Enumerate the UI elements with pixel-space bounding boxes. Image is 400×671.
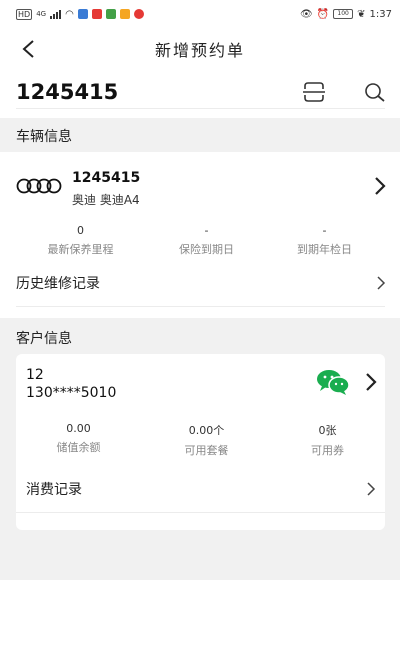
- app-notification-icon: [119, 9, 130, 19]
- stat-stored-balance: 0.00 储值余额: [12, 422, 145, 455]
- scan-icon: [303, 82, 325, 102]
- back-button[interactable]: [16, 37, 40, 61]
- stat-label: 保险到期日: [179, 243, 234, 256]
- search-icon: [365, 83, 385, 102]
- app-notification-icon: [105, 9, 116, 19]
- nav-bar: 新增预约单: [0, 28, 400, 70]
- wifi-icon: ◠: [65, 8, 74, 20]
- chevron-right-icon: [377, 276, 386, 290]
- consumption-record-row[interactable]: 消费记录: [16, 466, 385, 512]
- repair-history-label: 历史维修记录: [16, 276, 100, 292]
- stat-value: 0: [77, 224, 84, 237]
- wechat-icon: [317, 370, 350, 395]
- stat-available-coupons: 0张 可用券: [261, 422, 394, 458]
- status-left: HD 4G ◠: [16, 8, 144, 20]
- alarm-icon: ⏰: [316, 8, 330, 20]
- repair-history-row[interactable]: 历史维修记录: [0, 260, 400, 306]
- chevron-right-icon: [366, 373, 377, 391]
- consumption-record-label: 消费记录: [26, 482, 82, 498]
- status-right: 👁 ⏰ 100 ❦ 1:37: [300, 9, 392, 20]
- stat-value: 0.00个: [188, 424, 225, 437]
- vehicle-model: 奥迪 奥迪A4: [72, 193, 140, 207]
- stat-value: -: [322, 224, 327, 237]
- stat-label: 可用券: [311, 444, 344, 457]
- header-plate-number: 1245415: [16, 80, 119, 104]
- stat-label: 最新保养里程: [47, 243, 114, 256]
- customer-bottom-divider: [16, 512, 385, 513]
- app-notification-icon: [133, 9, 144, 19]
- clock-time: 1:37: [369, 8, 392, 20]
- stat-label: 储值余额: [56, 441, 101, 454]
- signal-icon: [50, 9, 62, 19]
- page-title: 新增预约单: [154, 41, 245, 60]
- customer-detail-button[interactable]: [363, 372, 379, 392]
- network-type: 4G: [36, 10, 47, 18]
- chevron-right-icon: [367, 482, 376, 496]
- chevron-right-icon: [375, 177, 386, 195]
- stat-label: 可用套餐: [184, 444, 229, 457]
- customer-name: 12: [26, 367, 44, 383]
- app-notification-icon: [91, 9, 102, 19]
- app-notification-icon: [77, 9, 88, 19]
- stat-label: 到期年检日: [297, 243, 352, 256]
- stat-value: 0.00: [66, 422, 91, 435]
- vehicle-section-title: 车辆信息: [16, 129, 72, 145]
- wechat-button[interactable]: [316, 369, 350, 395]
- status-bar: HD 4G ◠ 👁 ⏰ 100 ❦ 1:37: [0, 0, 400, 28]
- vehicle-plate: 1245415: [72, 170, 141, 186]
- stat-maintenance-mileage: 0 最新保养里程: [14, 224, 147, 257]
- search-header: 1245415: [0, 72, 400, 112]
- vehicle-detail-button[interactable]: [372, 176, 388, 196]
- customer-phone: 130****5010: [26, 385, 117, 401]
- battery-icon: 100: [333, 9, 354, 19]
- customer-section-title: 客户信息: [16, 331, 72, 347]
- chevron-left-icon: [22, 40, 34, 58]
- stat-insurance-expiry: - 保险到期日: [140, 224, 273, 257]
- audi-rings-icon: [16, 178, 62, 194]
- header-divider: [16, 108, 385, 109]
- stat-inspection-expiry: - 到期年检日: [258, 224, 391, 257]
- leaf-icon: ❦: [357, 8, 366, 20]
- stat-value: 0张: [318, 424, 337, 437]
- search-button[interactable]: [362, 80, 388, 104]
- vehicle-bottom-divider: [16, 306, 385, 307]
- hd-badge: HD: [16, 8, 33, 20]
- stat-value: -: [204, 224, 209, 237]
- stat-available-packages: 0.00个 可用套餐: [140, 422, 273, 458]
- scan-button[interactable]: [301, 80, 327, 104]
- eye-icon: 👁: [299, 8, 313, 20]
